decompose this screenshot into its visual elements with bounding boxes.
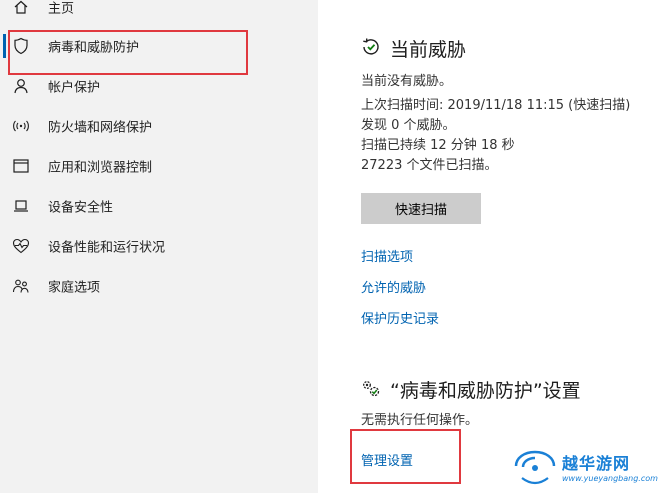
sidebar-item-label: 主页	[48, 1, 75, 17]
manage-settings-link[interactable]: 管理设置	[361, 450, 413, 469]
sidebar-item-label: 防火墙和网络保护	[48, 120, 153, 136]
active-indicator	[3, 34, 6, 58]
watermark-text: 越华游网	[562, 454, 631, 473]
gears-icon	[360, 378, 382, 400]
sidebar-item-device-security[interactable]: 设备安全性	[0, 186, 318, 226]
current-threats-title: 当前威胁	[390, 39, 467, 61]
sidebar-item-account-protection[interactable]: 帐户保护	[0, 66, 318, 106]
home-icon	[12, 0, 30, 16]
main-content: 当前威胁 当前没有威胁。 上次扫描时间: 2019/11/18 11:15 (快…	[318, 0, 659, 493]
refresh-shield-icon	[360, 36, 382, 58]
files-scanned-text: 27223 个文件已扫描。	[361, 158, 498, 173]
sidebar-item-firewall[interactable]: 防火墙和网络保护	[0, 106, 318, 146]
virus-protection-settings-title: “病毒和威胁防护”设置	[390, 380, 581, 402]
sidebar-item-label: 帐户保护	[48, 80, 101, 96]
protection-history-link[interactable]: 保护历史记录	[361, 308, 439, 327]
sidebar-item-label: 设备安全性	[48, 200, 114, 216]
threat-status-text: 当前没有威胁。	[361, 74, 453, 89]
sidebar-item-virus-protection[interactable]: 病毒和威胁防护	[0, 26, 318, 66]
quick-scan-button[interactable]: 快速扫描	[361, 193, 481, 224]
sidebar-item-app-browser-control[interactable]: 应用和浏览器控制	[0, 146, 318, 186]
allowed-threats-link[interactable]: 允许的威胁	[361, 277, 426, 296]
watermark-url: www.yueyangbang.com	[562, 474, 658, 483]
laptop-icon	[12, 197, 30, 215]
windows-security-window: 主页 病毒和威胁防护 帐户保护 防火墙和网络保护 应用和浏览器控制 设备安全性 …	[0, 0, 659, 493]
sidebar-item-family-options[interactable]: 家庭选项	[0, 266, 318, 306]
wifi-icon	[12, 117, 30, 135]
smudge-overlay	[418, 428, 458, 472]
heart-icon	[12, 237, 30, 255]
family-icon	[12, 277, 30, 295]
sidebar-item-label: 设备性能和运行状况	[48, 240, 166, 256]
sidebar-item-device-performance[interactable]: 设备性能和运行状况	[0, 226, 318, 266]
settings-description-text: 无需执行任何操作。	[361, 413, 479, 428]
sidebar-item-label: 病毒和威胁防护	[48, 40, 140, 56]
watermark-logo-icon	[512, 448, 558, 492]
sidebar-item-home[interactable]: 主页	[0, 0, 318, 27]
shield-icon	[12, 37, 30, 55]
scan-duration-text: 扫描已持续 12 分钟 18 秒	[361, 138, 515, 153]
sidebar-item-label: 应用和浏览器控制	[48, 160, 153, 176]
last-scan-text: 上次扫描时间: 2019/11/18 11:15 (快速扫描)	[361, 98, 631, 113]
threats-found-text: 发现 0 个威胁。	[361, 118, 456, 133]
watermark: 越华游网 www.yueyangbang.com	[508, 446, 658, 492]
sidebar: 主页 病毒和威胁防护 帐户保护 防火墙和网络保护 应用和浏览器控制 设备安全性 …	[0, 0, 318, 493]
person-icon	[12, 77, 30, 95]
app-window-icon	[12, 157, 30, 175]
scan-options-link[interactable]: 扫描选项	[361, 246, 413, 265]
sidebar-item-label: 家庭选项	[48, 280, 101, 296]
